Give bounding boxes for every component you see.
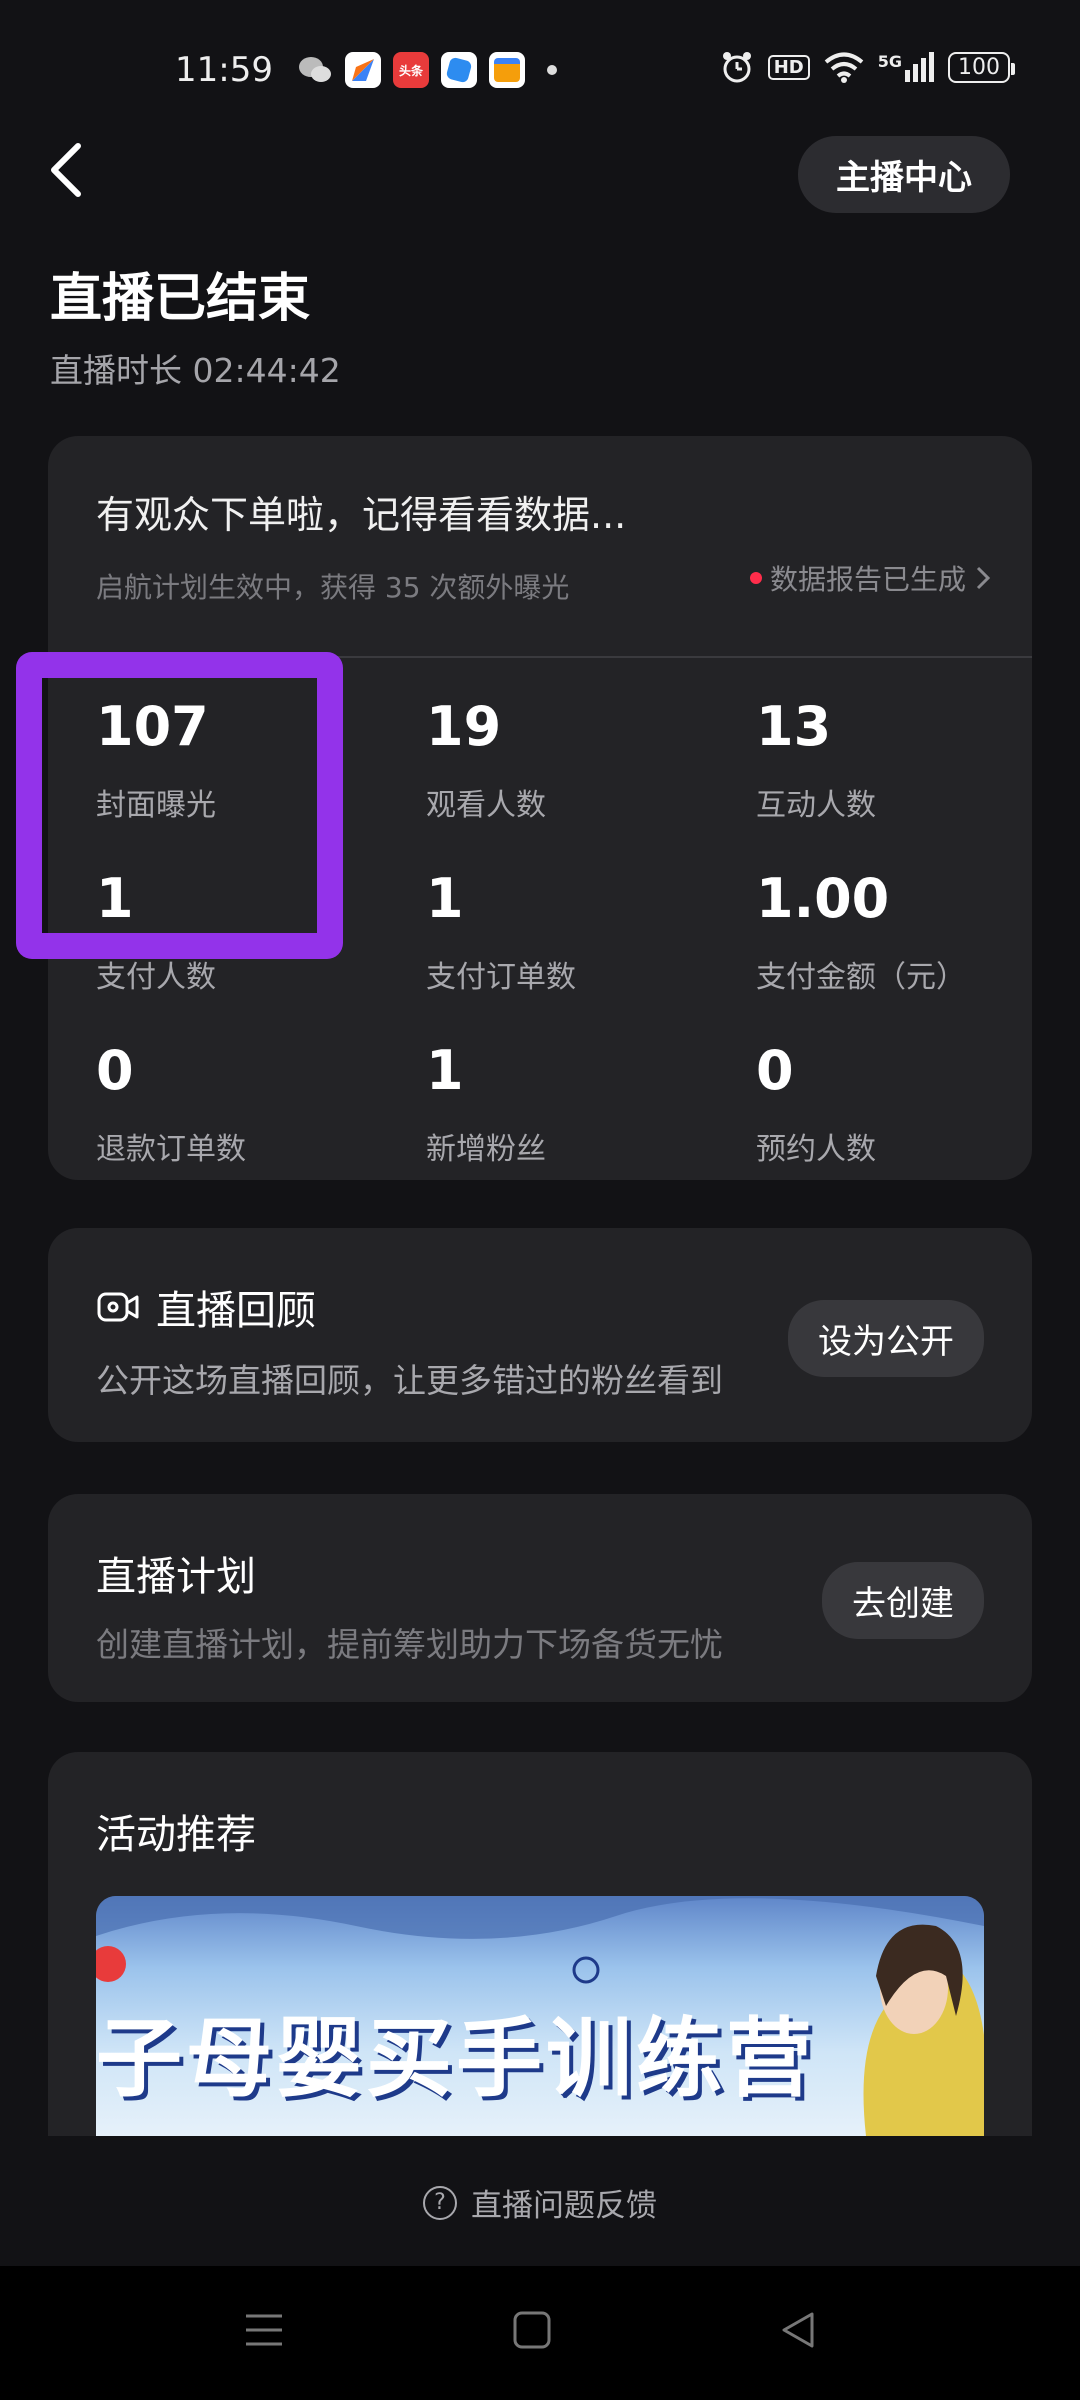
- metric-label: 预约人数: [756, 1132, 876, 1167]
- app-icon-1: [345, 52, 381, 88]
- banner-headline: 子母婴买手训练营: [96, 2009, 816, 2109]
- metric-label: 新增粉丝: [426, 1132, 546, 1167]
- replay-header: 直播回顾: [96, 1278, 316, 1336]
- metric-label: 退款订单数: [96, 1132, 246, 1167]
- video-camera-icon: [97, 1292, 139, 1322]
- home-icon[interactable]: [512, 2310, 552, 2350]
- metric-value: 13: [756, 695, 832, 758]
- chevron-right-icon: [976, 566, 991, 590]
- feedback-link[interactable]: ? 直播问题反馈: [0, 2180, 1080, 2225]
- metric-value: 19: [426, 695, 502, 758]
- menu-icon[interactable]: [244, 2310, 284, 2350]
- signal-icon: 5G: [878, 52, 934, 82]
- red-dot-indicator: [749, 572, 762, 584]
- toutiao-icon: 头条: [393, 52, 429, 88]
- feedback-label: 直播问题反馈: [471, 2188, 657, 2224]
- notice-title: 有观众下单啦，记得看看数据...: [96, 493, 627, 537]
- wifi-icon: [824, 52, 864, 83]
- metric-item[interactable]: 1.00 支付金额（元）: [756, 872, 1032, 996]
- metric-label: 支付金额（元）: [756, 960, 966, 995]
- hd-badge: HD: [767, 54, 810, 80]
- anchor-center-button[interactable]: 主播中心: [798, 136, 1010, 213]
- metric-label: 支付订单数: [426, 960, 576, 995]
- metric-value: 1: [426, 867, 464, 930]
- replay-description: 公开这场直播回顾，让更多错过的粉丝看到: [96, 1361, 723, 1400]
- event-banner[interactable]: 子母婴买手训练营: [96, 1896, 984, 2136]
- status-time: 11:59: [175, 50, 273, 90]
- metric-value: 0: [96, 1039, 134, 1102]
- event-recommend-card: 活动推荐 子母婴买手训练营: [48, 1752, 1032, 2136]
- metric-item[interactable]: 0 退款订单数: [96, 1044, 426, 1168]
- battery-indicator: 100: [948, 51, 1015, 83]
- replay-card: 直播回顾 公开这场直播回顾，让更多错过的粉丝看到 设为公开: [48, 1228, 1032, 1442]
- status-app-icons: 头条: [297, 52, 557, 88]
- back-nav-icon[interactable]: [778, 2310, 818, 2350]
- data-report-link[interactable]: 数据报告已生成: [749, 558, 992, 598]
- status-right: HD 5G 100: [720, 50, 1015, 84]
- set-public-button[interactable]: 设为公开: [788, 1300, 984, 1377]
- metric-label: 观看人数: [426, 788, 546, 823]
- metric-item[interactable]: 19 观看人数: [426, 700, 756, 824]
- back-button[interactable]: [46, 140, 106, 210]
- chevron-left-icon: [51, 143, 81, 197]
- live-duration: 直播时长 02:44:42: [50, 351, 341, 390]
- metric-item[interactable]: 13 互动人数: [756, 700, 1032, 824]
- metric-value: 1: [426, 1039, 464, 1102]
- replay-title: 直播回顾: [156, 1288, 316, 1334]
- plan-description: 创建直播计划，提前筹划助力下场备货无忧: [96, 1625, 723, 1664]
- question-icon: ?: [423, 2185, 457, 2220]
- metric-label: 互动人数: [756, 788, 876, 823]
- metric-item[interactable]: 0 预约人数: [756, 1044, 1032, 1168]
- wallet-icon: [489, 52, 525, 88]
- plan-card: 直播计划 创建直播计划，提前筹划助力下场备货无忧 去创建: [48, 1494, 1032, 1702]
- metric-value: 1.00: [756, 867, 890, 930]
- system-nav-bar: [0, 2266, 1080, 2400]
- wechat-icon: [297, 52, 333, 88]
- alarm-icon: [722, 52, 751, 83]
- plan-title: 直播计划: [96, 1554, 256, 1600]
- notice-subtitle: 启航计划生效中，获得 35 次额外曝光: [96, 571, 570, 604]
- metric-item[interactable]: 1 支付订单数: [426, 872, 756, 996]
- highlight-annotation-box: [16, 652, 343, 959]
- metric-value: 0: [756, 1039, 794, 1102]
- page-title: 直播已结束: [50, 269, 311, 329]
- more-notifications-icon: [547, 65, 557, 75]
- create-plan-button[interactable]: 去创建: [822, 1562, 984, 1639]
- app-icon-3: [441, 52, 477, 88]
- event-title: 活动推荐: [96, 1812, 256, 1858]
- metric-item[interactable]: 1 新增粉丝: [426, 1044, 756, 1168]
- report-link-label: 数据报告已生成: [769, 563, 966, 596]
